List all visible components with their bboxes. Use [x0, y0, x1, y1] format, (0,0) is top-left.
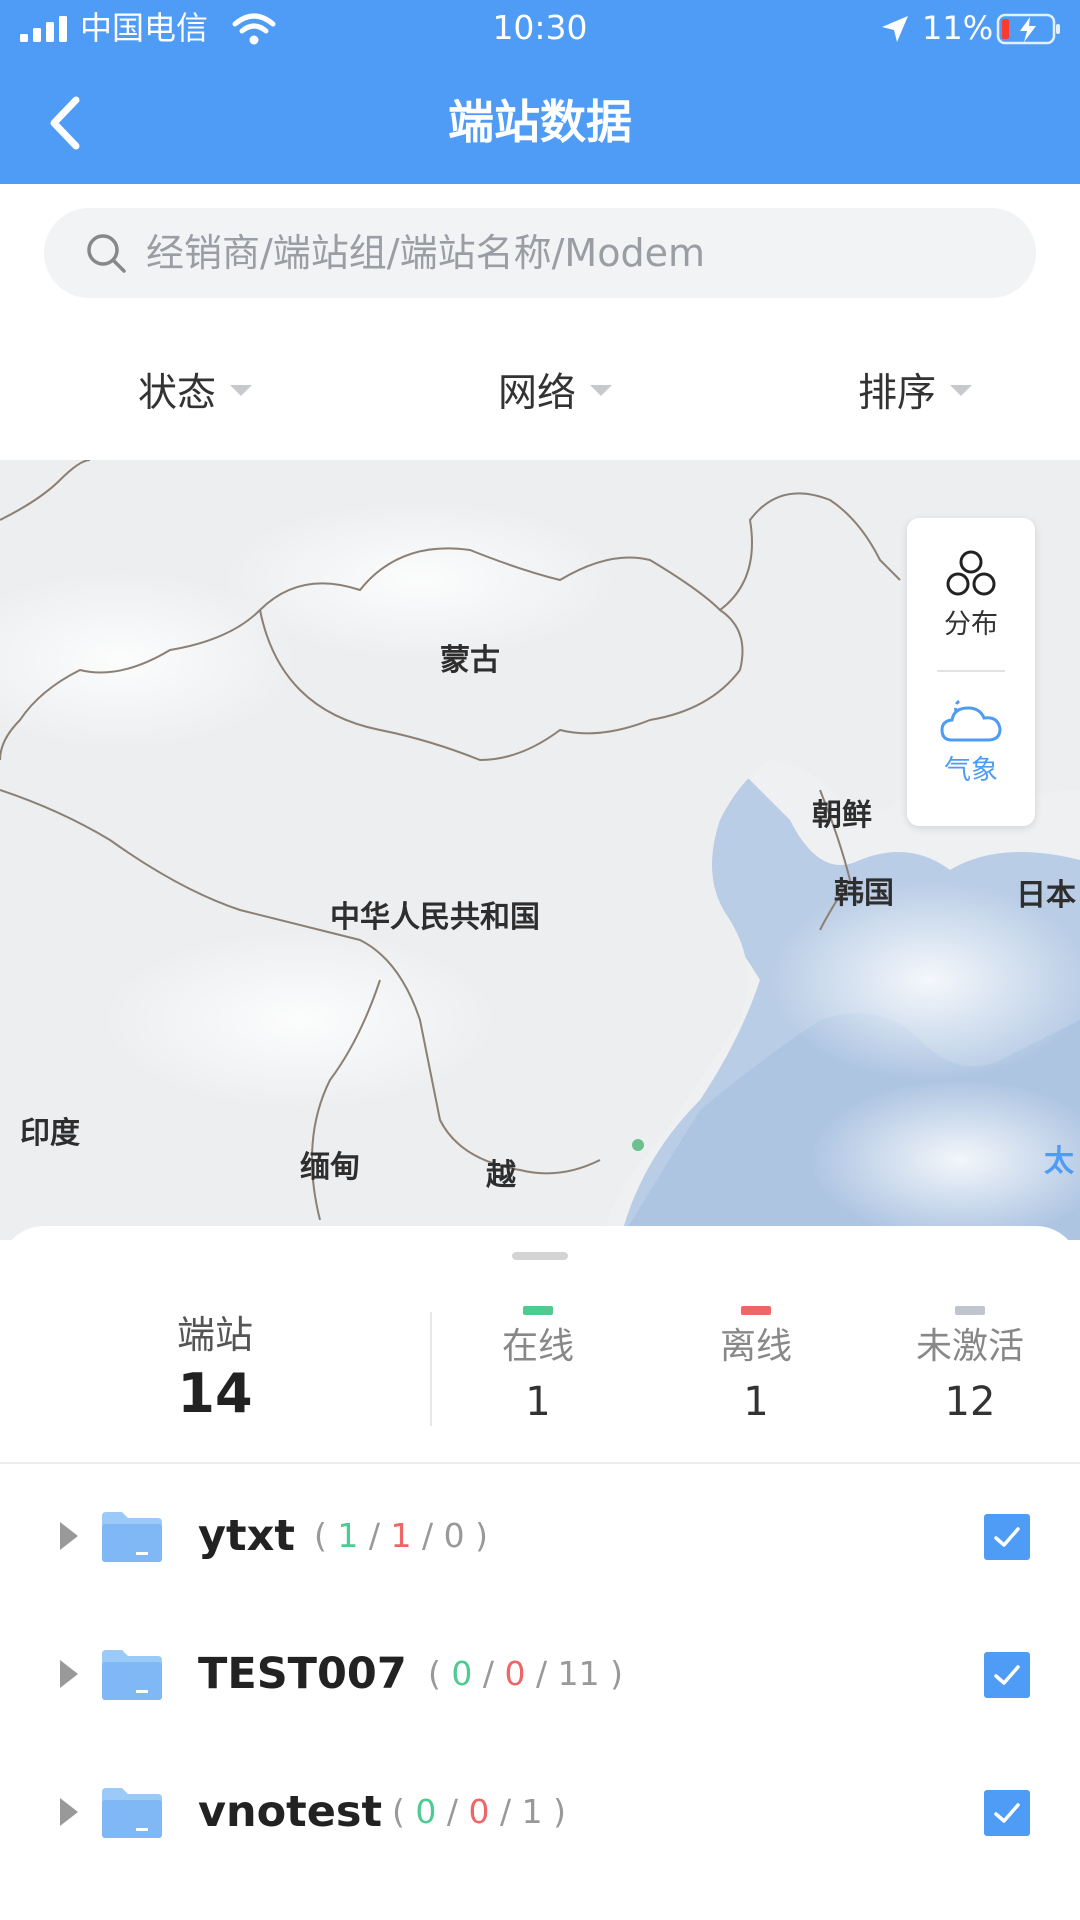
checkmark-icon [994, 1665, 1020, 1685]
stat-divider [430, 1312, 432, 1426]
group-counts: ( 0 / 0 / 11 ) [428, 1654, 623, 1693]
map-label-japan: 日本 [1016, 878, 1076, 913]
location-arrow-icon [882, 16, 908, 42]
stat-inactive-label: 未激活 [915, 1326, 1024, 1367]
stat-offline-label: 离线 [719, 1326, 792, 1367]
bottom-sheet: 端站 14 在线 1 离线 1 未激活 12 ytxt ( 1 / 1 / 0 … [0, 1226, 1080, 1920]
offline-count: 1 [390, 1516, 412, 1555]
sheet-divider [0, 1462, 1080, 1464]
total-stations-label: 端站 [176, 1313, 253, 1357]
stat-inactive[interactable]: 未激活 12 [880, 1306, 1060, 1433]
checkmark-icon [994, 1803, 1020, 1823]
total-stations: 端站 14 [115, 1310, 315, 1428]
weather-icon [940, 698, 1002, 742]
offline-count: 0 [468, 1792, 490, 1831]
filter-status[interactable]: 状态 [138, 350, 253, 430]
map-label-china: 中华人民共和国 [330, 900, 540, 935]
inactive-count: 1 [521, 1792, 543, 1831]
stat-inactive-value: 12 [944, 1379, 996, 1425]
battery-charging-icon [996, 13, 1060, 45]
filter-sort[interactable]: 排序 [858, 350, 973, 430]
stat-offline-value: 1 [743, 1379, 769, 1425]
group-name: TEST007 [198, 1649, 407, 1699]
caret-down-icon [590, 384, 613, 396]
weather-label: 气象 [944, 755, 998, 786]
map-label-pacific: 太 [1044, 1144, 1074, 1179]
caret-down-icon [230, 384, 253, 396]
header: 中国电信 10:30 11% 端站数据 [0, 0, 1080, 184]
group-row[interactable]: ytxt ( 1 / 1 / 0 ) [0, 1486, 1080, 1586]
offline-count: 0 [504, 1654, 526, 1693]
expand-triangle-icon[interactable] [56, 1794, 82, 1830]
battery-percent: 11% [922, 9, 994, 47]
stat-online[interactable]: 在线 1 [448, 1306, 628, 1433]
online-color-bar [523, 1306, 553, 1315]
distribution-button[interactable]: 分布 [907, 548, 1035, 642]
stat-online-value: 1 [525, 1379, 551, 1425]
stat-online-label: 在线 [501, 1326, 574, 1367]
map-label-myanmar: 缅甸 [300, 1150, 360, 1185]
group-name: ytxt [198, 1511, 295, 1561]
group-counts: ( 1 / 1 / 0 ) [314, 1516, 488, 1555]
map-label-south-korea: 韩国 [834, 876, 894, 911]
filter-bar: 状态 网络 排序 [0, 350, 1080, 430]
inactive-count: 11 [557, 1654, 600, 1693]
checkmark-icon [994, 1527, 1020, 1547]
group-checkbox[interactable] [984, 1514, 1030, 1560]
group-counts: ( 0 / 0 / 1 ) [392, 1792, 566, 1831]
expand-triangle-icon[interactable] [56, 1518, 82, 1554]
status-bar: 中国电信 10:30 11% [0, 0, 1080, 60]
search-input[interactable] [146, 208, 1006, 298]
filter-sort-label: 排序 [858, 371, 937, 416]
folder-icon [102, 1788, 162, 1838]
distribution-icon [946, 550, 996, 596]
page-title: 端站数据 [448, 95, 632, 149]
group-checkbox[interactable] [984, 1652, 1030, 1698]
tool-separator [937, 670, 1005, 672]
weather-button[interactable]: 气象 [907, 694, 1035, 788]
group-row[interactable]: TEST007 ( 0 / 0 / 11 ) [0, 1624, 1080, 1724]
map-label-vietnam: 越 [486, 1158, 516, 1193]
group-checkbox[interactable] [984, 1790, 1030, 1836]
map-label-north-korea: 朝鲜 [812, 798, 872, 833]
distribution-label: 分布 [944, 609, 998, 640]
folder-icon [102, 1650, 162, 1700]
search-bar[interactable] [44, 208, 1036, 298]
search-icon [87, 234, 126, 273]
filter-network[interactable]: 网络 [498, 350, 613, 430]
online-count: 1 [337, 1516, 359, 1555]
drag-handle[interactable] [512, 1252, 568, 1260]
folder-icon [102, 1512, 162, 1562]
offline-color-bar [741, 1306, 771, 1315]
group-row[interactable]: vnotest ( 0 / 0 / 1 ) [0, 1762, 1080, 1862]
group-name: vnotest [198, 1787, 383, 1837]
expand-triangle-icon[interactable] [56, 1656, 82, 1692]
caret-down-icon [950, 384, 973, 396]
inactive-color-bar [955, 1306, 985, 1315]
online-count: 0 [415, 1792, 437, 1831]
map-label-india: 印度 [20, 1116, 80, 1151]
online-count: 0 [451, 1654, 473, 1693]
inactive-count: 0 [443, 1516, 465, 1555]
clock: 10:30 [492, 8, 588, 47]
filter-network-label: 网络 [498, 371, 577, 416]
map-tool-panel: 分布 气象 [907, 518, 1035, 826]
stat-offline[interactable]: 离线 1 [666, 1306, 846, 1433]
total-stations-value: 14 [177, 1362, 253, 1425]
map-label-mongolia: 蒙古 [440, 643, 500, 678]
filter-status-label: 状态 [138, 371, 217, 416]
